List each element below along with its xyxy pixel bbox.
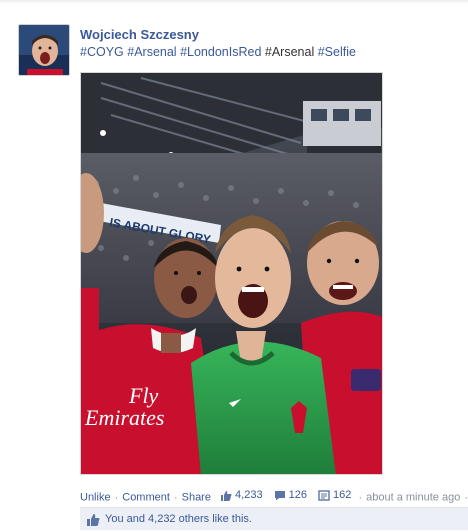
post-actions: Unlike · Comment · Share 4,233 126 162 · abou…	[80, 489, 468, 504]
comment-link[interactable]: Comment	[122, 492, 170, 504]
comments-count: 126	[288, 489, 307, 501]
likes-summary-text[interactable]: You and 4,232 others like this.	[105, 513, 252, 525]
post-photo[interactable]: IS ABOUT GLORY Fly Emirates	[80, 72, 383, 475]
author-name[interactable]: Wojciech Szczesny	[80, 27, 199, 42]
comment-bubble-icon	[274, 490, 285, 500]
hashtag-link[interactable]: #Selfie	[318, 45, 356, 59]
likes-count: 4,233	[235, 489, 263, 501]
facebook-post: Wojciech Szczesny #COYG #Arsenal #London…	[0, 0, 468, 532]
hashtag-link[interactable]: #COYG	[80, 45, 124, 59]
unlike-link[interactable]: Unlike	[80, 492, 111, 504]
share-icon	[318, 489, 330, 501]
post-hashtags: #COYG #Arsenal #LondonIsRed #Arsenal #Se…	[80, 45, 356, 59]
hashtag-link[interactable]: #Arsenal	[127, 45, 176, 59]
hashtag-link[interactable]: #LondonIsRed	[180, 45, 261, 59]
comments-count-link[interactable]: 126	[274, 489, 307, 501]
likes-summary-bar: You and 4,232 others like this.	[80, 507, 468, 530]
likes-count-link[interactable]: 4,233	[220, 489, 263, 501]
shirt-sponsor-text-2: Emirates	[84, 405, 164, 430]
author-avatar[interactable]	[18, 24, 70, 76]
shares-count: 162	[333, 489, 352, 501]
thumbs-up-icon	[87, 513, 100, 526]
separator-dot: ·	[464, 491, 468, 504]
hashtag-text: #Arsenal	[264, 45, 315, 59]
thumbs-up-icon	[221, 490, 232, 501]
separator-dot: ·	[173, 491, 178, 504]
separator-dot: ·	[114, 491, 119, 504]
separator-dot: ·	[358, 491, 363, 504]
divider	[0, 0, 468, 4]
post-timestamp[interactable]: about a minute ago	[366, 492, 460, 504]
share-link[interactable]: Share	[182, 492, 211, 504]
shares-count-link[interactable]: 162	[318, 489, 351, 501]
